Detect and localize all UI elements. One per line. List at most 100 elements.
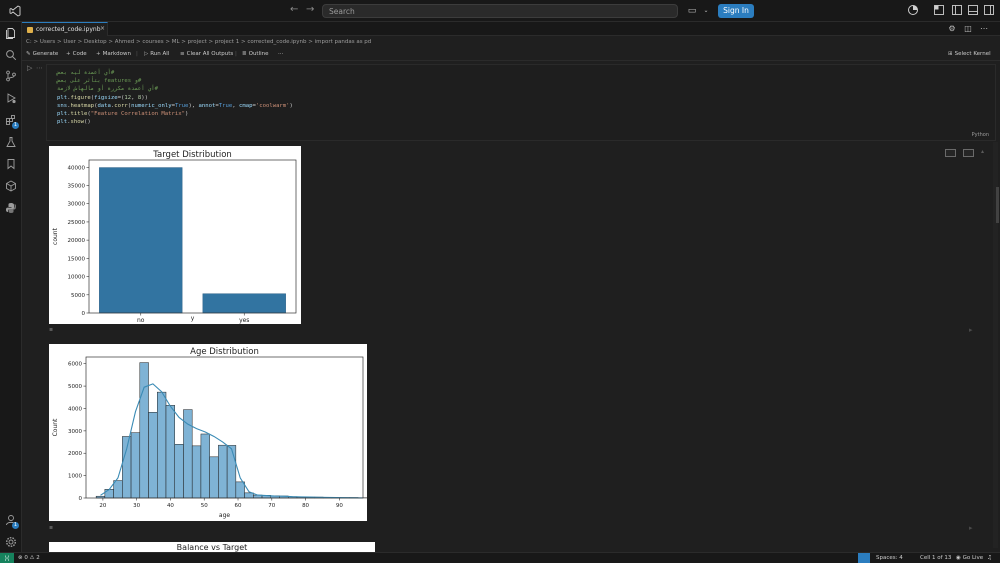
editor-tab-bar: corrected_code.ipynb × ⚙ ◫ ⋯ [22,22,1000,36]
output-more-button[interactable] [963,149,974,157]
back-arrow-icon[interactable]: ← [290,4,298,15]
editor-scrollbar-thumb[interactable] [996,187,999,223]
title-bar: ← → Search ▭ ⌄ Sign In [0,0,1000,22]
toolbar-divider: | [136,51,138,57]
toggle-secondary-sidebar-icon[interactable] [983,4,995,16]
forward-arrow-icon[interactable]: → [306,4,314,15]
search-placeholder: Search [329,7,355,16]
bar-yes [202,293,286,314]
output-gutter-marker: ▪ [49,524,54,531]
vscode-logo-icon[interactable] [9,5,21,17]
toggle-layout-icon[interactable] [933,4,945,16]
breadcrumb-item[interactable]: Desktop [84,39,107,45]
add-markdown-button[interactable]: + Markdown [96,51,131,57]
remote-indicator-icon[interactable]: ⟩⟨ [0,553,14,563]
output-up-arrow-icon[interactable]: ▴ [981,148,984,155]
tab-corrected-code[interactable]: corrected_code.ipynb × [22,22,108,36]
code-token: plt [57,119,68,126]
testing-flask-icon[interactable] [5,136,17,148]
accounts-pie-icon[interactable] [907,4,919,16]
breadcrumb-separator: > [31,39,40,45]
go-live-button[interactable]: ◉ Go Live [956,555,983,561]
y-tick-label: 6000 [68,362,82,368]
output-copy-button[interactable] [945,149,956,157]
bookmarks-icon[interactable] [5,158,17,170]
run-all-button[interactable]: ▷ Run All [144,51,169,57]
breadcrumb-item[interactable]: Users [40,39,55,45]
y-tick-label: 35000 [68,184,86,190]
breadcrumb-item[interactable]: corrected_code.ipynb [247,39,306,45]
code-token: ) [289,102,293,109]
output-next-icon[interactable]: ▸ [969,524,973,532]
explorer-icon[interactable] [5,27,17,39]
code-token: #أي أعمدة مكررة أو مالهاش لازمة [57,86,159,93]
breadcrumb-item[interactable]: project 1 [215,39,239,45]
histogram-bar [174,444,184,499]
x-tick-label: 60 [235,503,242,509]
search-icon[interactable] [5,49,17,61]
cell-collapse-icon[interactable]: ⋯ [36,64,43,72]
run-cell-icon[interactable]: ▷ [27,64,32,72]
copilot-status-icon[interactable] [858,553,870,563]
x-tick-label: 80 [302,503,309,509]
more-actions-icon[interactable]: ⋯ [978,23,990,35]
problems-indicator[interactable]: ⊗ 0 ⚠ 2 [18,555,40,561]
gear-icon[interactable]: ⚙ [946,23,958,35]
balance-vs-target-figure: Balance vs Target [49,542,375,552]
x-tick-label: 40 [167,503,174,509]
breadcrumb-item[interactable]: courses [142,39,163,45]
code-token: numeric_only [131,102,172,109]
x-axis-label: y [191,315,195,322]
sign-in-button[interactable]: Sign In [718,4,754,18]
cell-position-indicator[interactable]: Cell 1 of 13 [920,555,951,561]
code-token: heatmap [70,102,95,109]
settings-gear-icon[interactable] [5,536,17,548]
run-debug-icon[interactable] [5,92,17,104]
breadcrumb-item[interactable]: import pandas as pd [315,39,372,45]
code-token: True [174,102,189,109]
breadcrumb-item[interactable]: User [63,39,76,45]
code-token: plt [57,94,68,101]
y-tick-label: 40000 [68,165,86,171]
y-tick-label: 15000 [68,256,86,262]
outline-button[interactable]: ≣ Outline [242,51,269,57]
kernel-icon: ⊞ [948,51,953,57]
command-center-search[interactable]: Search [322,4,678,18]
y-tick-label: 2000 [68,451,82,457]
add-code-button[interactable]: + Code [66,51,87,57]
code-editor[interactable]: #أي أعمدة ليه بعض #و features بتأثر على ب… [57,69,293,126]
target-distribution-chart: Target Distribution no yes 0 5000 10000 15000 2… [52,150,297,324]
histogram-bar [200,433,210,499]
histogram-bar [183,409,193,499]
source-control-icon[interactable] [5,70,17,82]
code-token: () [83,119,91,126]
output-next-icon[interactable]: ▸ [969,326,973,334]
clear-all-outputs-button[interactable]: ≡ Clear All Outputs [180,51,233,57]
go-live-label: Go Live [962,555,984,561]
copilot-chat-icon[interactable]: ▭ [686,5,698,17]
toggle-sidebar-icon[interactable] [951,4,963,16]
breadcrumb-item[interactable]: Ahmed [115,39,134,45]
breadcrumb-item[interactable]: ML [172,39,180,45]
outline-icon: ≣ [242,51,247,57]
breadcrumb-separator: > [163,39,172,45]
code-cell[interactable]: #أي أعمدة ليه بعض #و features بتأثر على ب… [46,64,996,141]
code-line: plt.figure(figsize=(12, 8)) [57,94,293,102]
histogram-bar [244,492,254,499]
select-kernel-button[interactable]: ⊞ Select Kernel [948,51,991,57]
generate-button[interactable]: ✎ Generate [26,51,58,57]
breadcrumb-item[interactable]: project [188,39,207,45]
close-tab-icon[interactable]: × [100,25,105,32]
y-tick-label: 25000 [68,220,86,226]
python-icon[interactable] [5,202,17,214]
split-editor-icon[interactable]: ◫ [962,23,974,35]
indentation-indicator[interactable]: Spaces: 4 [876,555,903,561]
toggle-panel-icon[interactable] [967,4,979,16]
cell-language-label[interactable]: Python [972,132,989,138]
code-label: Code [72,51,87,57]
code-token: , [232,102,239,109]
remote-explorer-icon[interactable] [5,180,17,192]
chevron-down-icon[interactable]: ⌄ [700,5,712,17]
more-toolbar-button[interactable]: ··· [278,51,283,57]
notifications-bell-icon[interactable]: ♫ [987,555,992,561]
